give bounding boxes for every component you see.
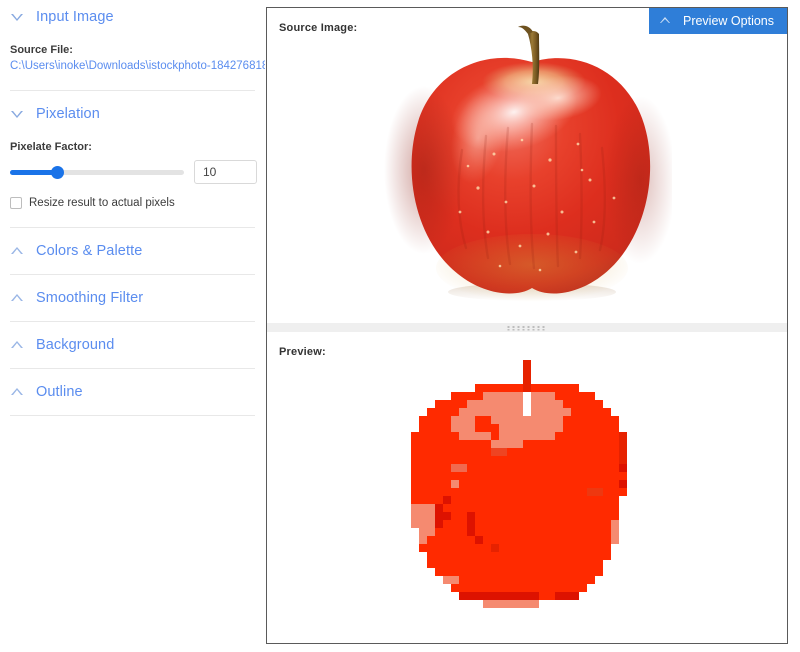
section-title-input-image: Input Image bbox=[36, 9, 114, 25]
source-file-path[interactable]: C:\Users\inoke\Downloads\istockphoto-184… bbox=[0, 60, 265, 72]
triangle-down-icon bbox=[10, 107, 24, 121]
resize-result-label: Resize result to actual pixels bbox=[29, 197, 175, 209]
source-image-viewport[interactable] bbox=[267, 8, 787, 323]
divider bbox=[10, 274, 255, 275]
section-title-background: Background bbox=[36, 337, 115, 353]
section-header-colors-palette[interactable]: Colors & Palette bbox=[0, 234, 265, 268]
triangle-up-icon bbox=[659, 15, 672, 27]
section-title-outline: Outline bbox=[36, 384, 83, 400]
resize-result-checkbox[interactable] bbox=[10, 197, 22, 209]
preview-image-pane: Preview: bbox=[267, 332, 787, 643]
preview-apple-pixelated bbox=[411, 359, 627, 608]
source-apple-photo bbox=[384, 25, 672, 302]
divider bbox=[10, 368, 255, 369]
section-title-smoothing-filter: Smoothing Filter bbox=[36, 290, 144, 306]
preview-image-viewport[interactable] bbox=[267, 332, 787, 643]
source-image-label: Source Image: bbox=[279, 22, 358, 34]
pane-splitter[interactable] bbox=[267, 323, 787, 332]
section-title-pixelation: Pixelation bbox=[36, 106, 100, 122]
resize-result-checkbox-row[interactable]: Resize result to actual pixels bbox=[0, 197, 265, 209]
pixelate-factor-slider[interactable] bbox=[10, 161, 184, 183]
preview-options-label: Preview Options bbox=[682, 14, 774, 28]
settings-sidebar: Input Image Source File: C:\Users\inoke\… bbox=[0, 0, 265, 652]
pixel-art-app-window: Input Image Source File: C:\Users\inoke\… bbox=[0, 0, 800, 652]
section-header-outline[interactable]: Outline bbox=[0, 375, 265, 409]
grip-dots-icon bbox=[507, 325, 547, 330]
preview-image-label: Preview: bbox=[279, 346, 326, 358]
pixelate-factor-row: 10 bbox=[0, 160, 265, 184]
triangle-up-icon bbox=[10, 385, 24, 399]
divider bbox=[10, 227, 255, 228]
divider bbox=[10, 321, 255, 322]
triangle-up-icon bbox=[10, 338, 24, 352]
pixel-grid bbox=[411, 359, 627, 608]
divider bbox=[10, 90, 255, 91]
source-file-label: Source File: bbox=[10, 44, 73, 56]
triangle-down-icon bbox=[10, 10, 24, 24]
slider-fill bbox=[10, 170, 57, 175]
section-header-background[interactable]: Background bbox=[0, 328, 265, 362]
slider-thumb[interactable] bbox=[50, 166, 64, 179]
section-header-pixelation[interactable]: Pixelation bbox=[0, 97, 265, 131]
preview-panel: Source Image: Preview Options Preview: bbox=[266, 7, 788, 644]
section-title-colors-palette: Colors & Palette bbox=[36, 243, 143, 259]
triangle-up-icon bbox=[10, 291, 24, 305]
source-image-pane: Source Image: Preview Options bbox=[267, 8, 787, 323]
triangle-up-icon bbox=[10, 244, 24, 258]
section-header-smoothing-filter[interactable]: Smoothing Filter bbox=[0, 281, 265, 315]
preview-options-button[interactable]: Preview Options bbox=[648, 8, 787, 34]
pixelate-factor-input[interactable]: 10 bbox=[194, 160, 257, 184]
pixelate-factor-label: Pixelate Factor: bbox=[10, 141, 92, 153]
divider bbox=[10, 415, 255, 416]
section-header-input-image[interactable]: Input Image bbox=[0, 0, 265, 34]
